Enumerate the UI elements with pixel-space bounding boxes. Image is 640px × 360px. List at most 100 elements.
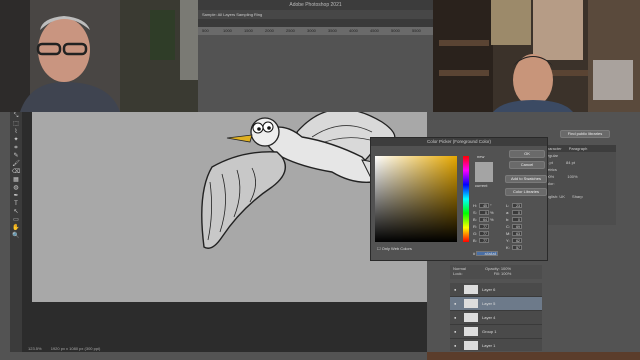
webcam-feed-right <box>433 0 640 112</box>
cancel-button[interactable]: Cancel <box>509 161 545 169</box>
layer-name: Layer 5 <box>482 301 496 306</box>
new-color-swatch <box>475 162 493 172</box>
tool-button[interactable]: 🔍 <box>10 232 22 240</box>
tool-button[interactable]: ⬚ <box>10 120 22 128</box>
layer-row[interactable]: ● Group 1 <box>450 325 542 339</box>
field-input[interactable]: 64 <box>479 217 489 223</box>
field-input[interactable]: 77 <box>479 231 489 237</box>
field-unit: ° <box>490 203 492 208</box>
document-tab-bar[interactable] <box>198 19 433 27</box>
field-input[interactable]: 63 <box>512 231 522 237</box>
eye-icon[interactable]: ● <box>454 339 458 353</box>
new-label: new <box>477 154 485 159</box>
field-unit: % <box>490 210 494 215</box>
color-value-fields: H: 45 ° L: 23 S: 0% a: 0 B: 64% b: 0 R: 77 C: 69 G: 77 M: 63… <box>473 202 547 251</box>
layer-name: Layer 4 <box>482 315 496 320</box>
current-label: current <box>475 183 488 188</box>
saturation-brightness-field[interactable] <box>375 156 457 242</box>
zoom-level[interactable]: 123.5% <box>28 346 42 351</box>
color-picker-dialog: Color Picker (Foreground Color) new curr… <box>370 137 548 261</box>
leading-field[interactable]: 84 pt <box>566 160 575 165</box>
character-panel: Character Paragraph Regular 14 pt 84 pt … <box>541 145 616 225</box>
tool-button[interactable]: ⌗ <box>10 144 22 152</box>
current-color-swatch[interactable] <box>475 172 493 182</box>
layer-thumbnail <box>464 313 478 323</box>
ruler-tick: 1500 <box>244 28 253 33</box>
ruler-tick: 4000 <box>349 28 358 33</box>
only-web-colors-checkbox[interactable]: ☐ Only Web Colors <box>377 246 412 251</box>
color-field-row: S: 0% a: 0 <box>473 209 547 216</box>
webcam-bottom-strip <box>427 352 640 360</box>
tool-button[interactable]: ✦ <box>10 136 22 144</box>
tool-button[interactable]: ✋ <box>10 224 22 232</box>
ruler-tick: 5000 <box>391 28 400 33</box>
tool-button[interactable]: ⌫ <box>10 168 22 176</box>
ruler-tick: 4500 <box>370 28 379 33</box>
layer-row[interactable]: ● Layer 6 <box>450 283 542 297</box>
fill-field[interactable]: 100% <box>501 271 511 276</box>
layer-row[interactable]: ● Layer 1 <box>450 339 542 353</box>
ruler-tick: 2500 <box>286 28 295 33</box>
color-field-row: R: 77 C: 69 <box>473 223 547 230</box>
tool-button[interactable]: ✒ <box>10 192 22 200</box>
tool-button[interactable]: 🖌 <box>10 160 22 168</box>
layer-thumbnail <box>464 299 478 309</box>
field-input[interactable]: 69 <box>512 224 522 230</box>
field-input[interactable]: 0 <box>512 217 522 223</box>
layer-row[interactable]: ● Layer 4 <box>450 311 542 325</box>
field-input[interactable]: 0 <box>479 210 489 216</box>
field-input[interactable]: 0 <box>512 210 522 216</box>
color-field-row: G: 77 M: 63 <box>473 230 547 237</box>
field-input[interactable]: 77 <box>479 238 489 244</box>
only-web-label: Only Web Colors <box>381 246 412 251</box>
tab-paragraph[interactable]: Paragraph <box>569 146 588 151</box>
layer-name: Group 1 <box>482 329 497 334</box>
color-libraries-button[interactable]: Color Libraries <box>505 188 547 196</box>
tool-button[interactable]: ▭ <box>10 216 22 224</box>
color-field-row: B: 77 Y: 62 <box>473 237 547 244</box>
layer-thumbnail <box>464 341 478 351</box>
tool-button[interactable]: ⌇ <box>10 128 22 136</box>
ruler-tick: 1000 <box>223 28 232 33</box>
layers-header: Normal Opacity: 100% Lock: Fill: 100% <box>450 265 542 279</box>
document-canvas[interactable] <box>32 108 427 302</box>
ruler-tick: 3500 <box>328 28 337 33</box>
horizontal-scale-field[interactable]: 100% <box>567 174 577 179</box>
fill-label: Fill: <box>493 271 500 276</box>
eye-icon[interactable]: ● <box>454 311 458 325</box>
layer-name: Layer 1 <box>482 343 496 348</box>
field-unit: % <box>490 217 494 222</box>
find-libraries-button[interactable]: Find public libraries <box>560 130 610 138</box>
eye-icon[interactable]: ● <box>454 325 458 339</box>
hex-input[interactable]: a4a4a4 <box>476 251 499 257</box>
ruler-tick: 3000 <box>307 28 316 33</box>
color-field-row: K: 57 <box>473 244 547 251</box>
layer-thumbnail <box>464 327 478 337</box>
field-input[interactable]: 23 <box>512 203 522 209</box>
tool-button[interactable]: ◍ <box>10 184 22 192</box>
tool-button[interactable]: ⤡ <box>10 112 22 120</box>
ok-button[interactable]: OK <box>509 150 545 158</box>
tools-panel: ⤡ ⬚ ⌇ ✦ ⌗ ✎ 🖌 ⌫ ▦ ◍ ✒ T ↖ ▭ ✋ 🔍 <box>10 112 22 352</box>
field-input[interactable]: 57 <box>512 245 522 251</box>
antialias-select[interactable]: Sharp <box>572 194 583 199</box>
eye-icon[interactable]: ● <box>454 283 458 297</box>
tool-button[interactable]: ↖ <box>10 208 22 216</box>
hue-slider[interactable] <box>463 156 469 242</box>
status-bar: 123.5% 1920 px x 1080 px (300 ppi) <box>22 345 427 352</box>
hex-field-row: # a4a4a4 <box>473 251 499 257</box>
webcam-feed-left <box>0 0 198 112</box>
options-bar[interactable]: Sample: All Layers Sampling Ring <box>198 10 433 19</box>
tool-button[interactable]: ▦ <box>10 176 22 184</box>
tool-button[interactable]: T <box>10 200 22 208</box>
seagull-sketch-icon <box>32 108 427 302</box>
eye-icon[interactable]: ● <box>454 297 458 311</box>
layer-thumbnail <box>464 285 478 295</box>
field-input[interactable]: 45 <box>479 203 489 209</box>
layer-row[interactable]: ● Layer 5 <box>450 297 542 311</box>
tool-button[interactable]: ✎ <box>10 152 22 160</box>
field-input[interactable]: 77 <box>479 224 489 230</box>
field-input[interactable]: 62 <box>512 238 522 244</box>
person-video-icon <box>433 0 640 112</box>
add-to-swatches-button[interactable]: Add to Swatches <box>505 175 547 183</box>
